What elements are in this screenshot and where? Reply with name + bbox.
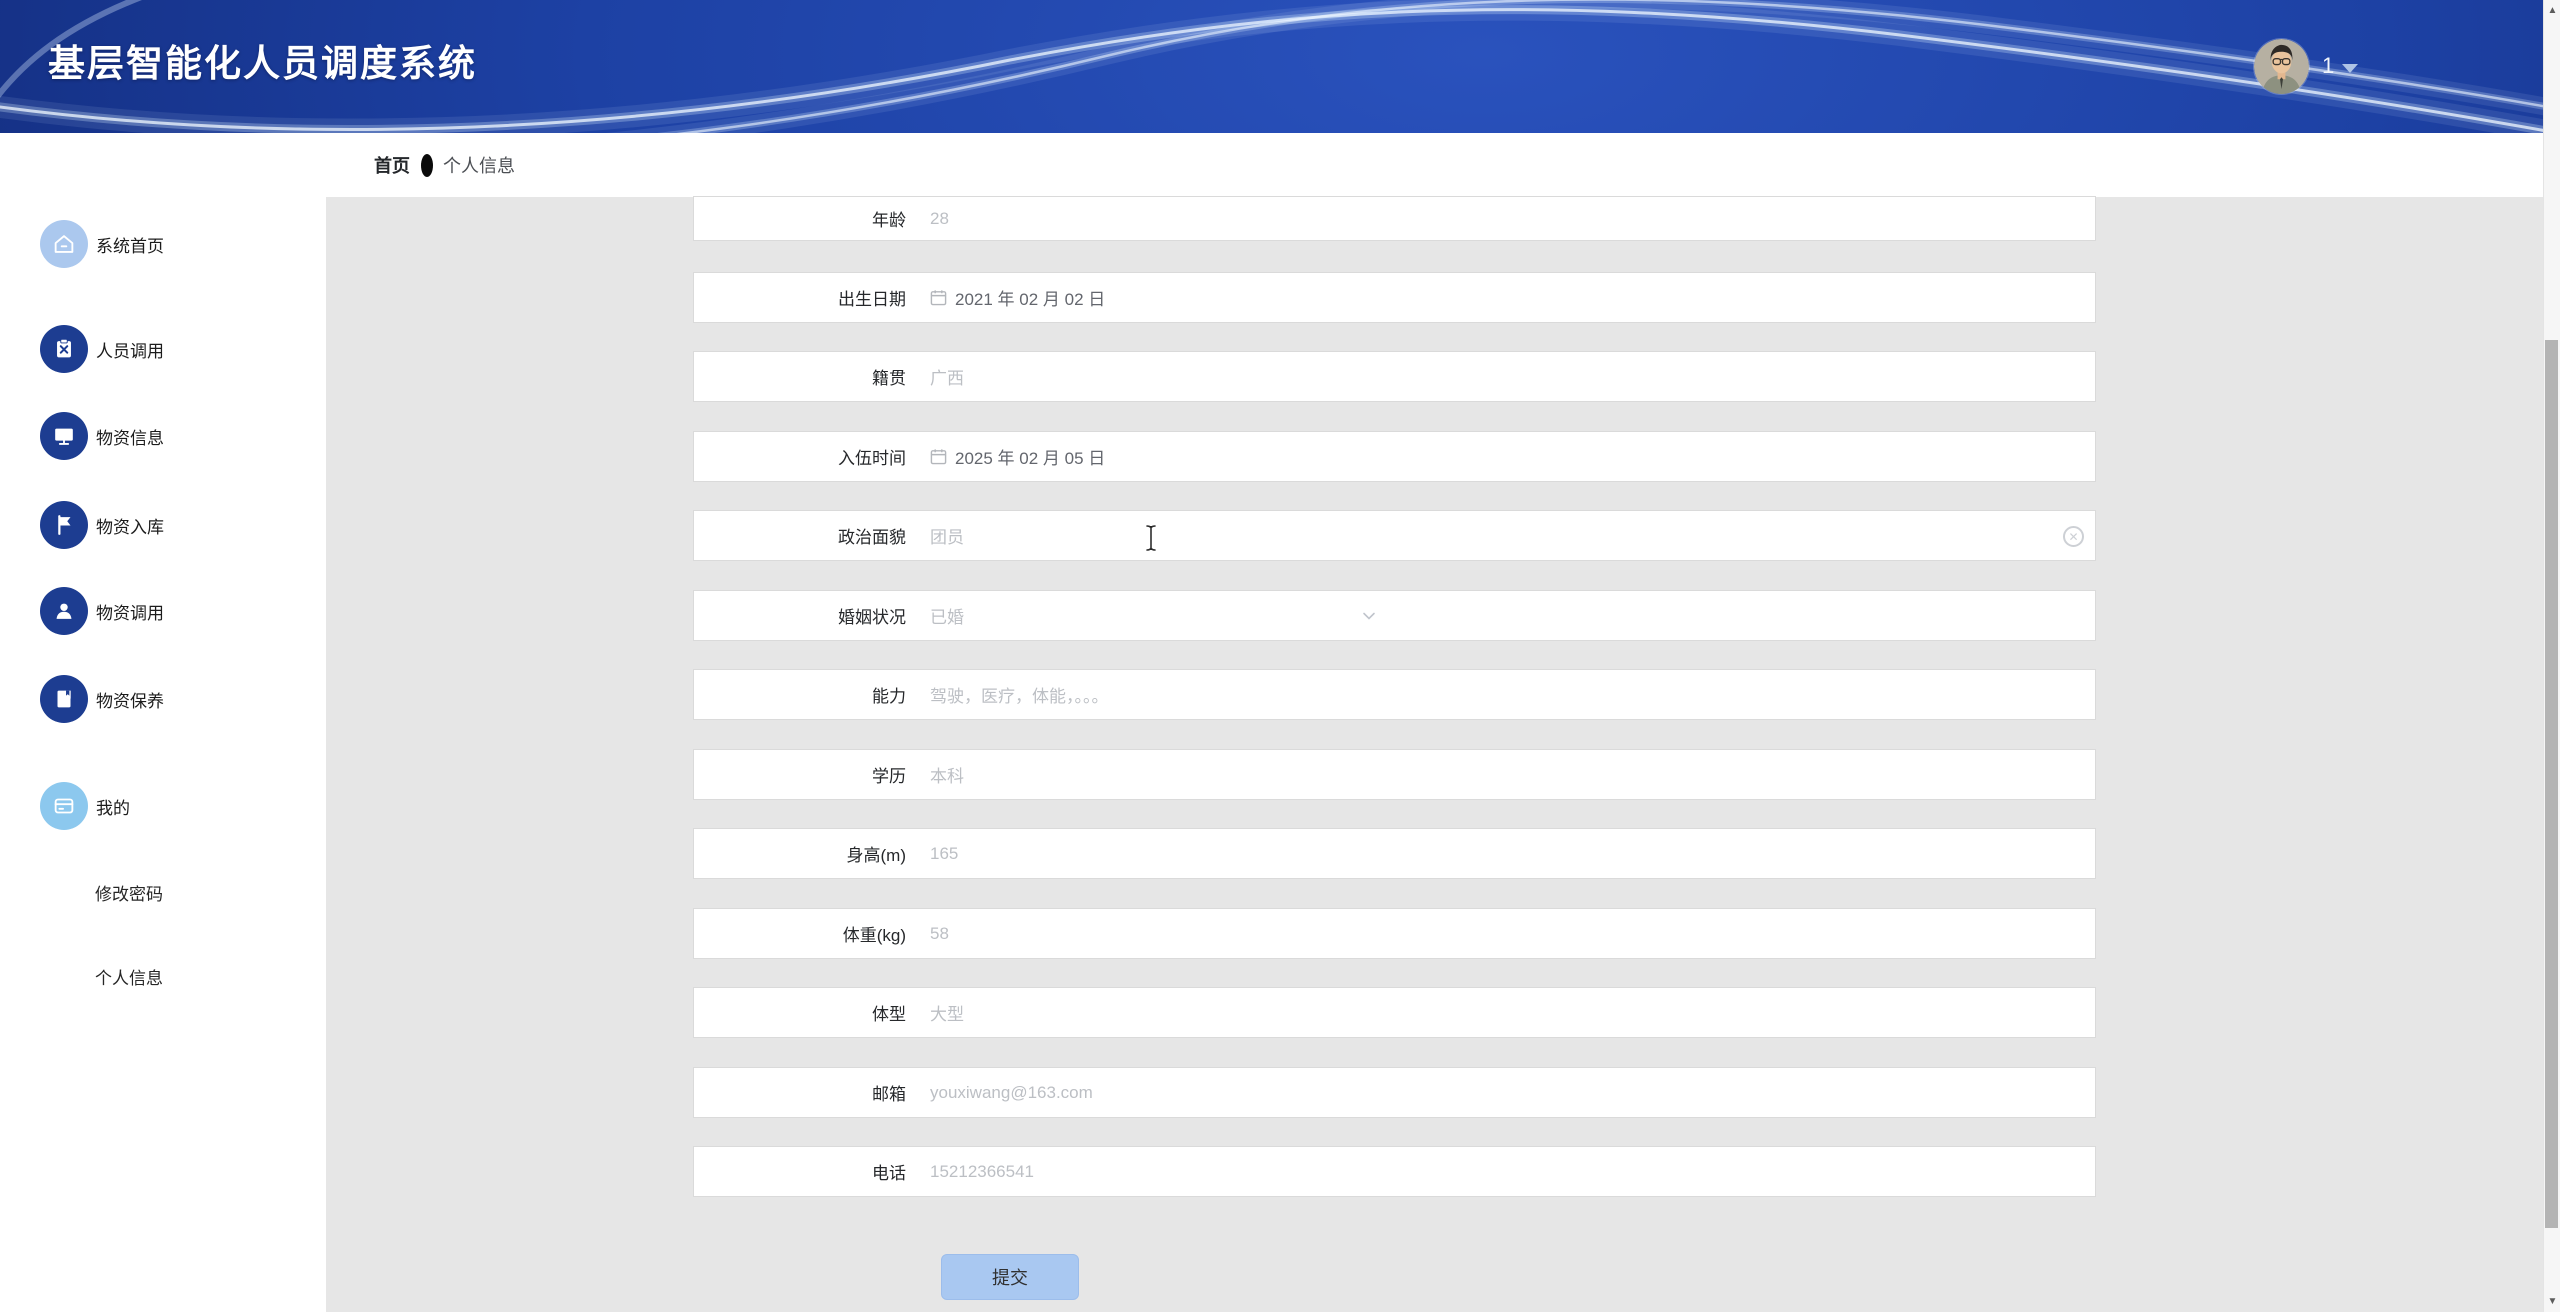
sidebar-item-label: 物资信息 <box>96 424 164 449</box>
form-row-birthdate: 出生日期 2021 年 02 月 02 日 <box>693 272 2096 323</box>
form-row-marital-status: 婚姻状况 已婚 <box>693 590 2096 641</box>
sidebar-item-material-maintenance[interactable]: 物资保养 <box>40 675 164 723</box>
form-row-age: 年龄 28 <box>693 196 2096 241</box>
sidebar-subitem-change-password[interactable]: 修改密码 <box>95 880 163 904</box>
form-row-native-place: 籍贯 广西 <box>693 351 2096 402</box>
sidebar-subitem-label: 修改密码 <box>95 880 163 905</box>
education-input[interactable]: 本科 <box>906 750 2095 799</box>
sidebar-subitem-label: 个人信息 <box>95 964 163 989</box>
sidebar: 系统首页 人员调用 物资信息 <box>0 197 326 1312</box>
form-row-education: 学历 本科 <box>693 749 2096 800</box>
email-input[interactable]: youxiwang@163.com <box>906 1068 2095 1117</box>
phone-input[interactable]: 15212366541 <box>906 1147 2095 1196</box>
chevron-down-icon <box>1361 608 1377 629</box>
form-row-weight: 体重(kg) 58 <box>693 908 2096 959</box>
breadcrumb-home[interactable]: 首页 <box>374 152 410 178</box>
form-row-political-status: 政治面貌 团员 ✕ <box>693 510 2096 561</box>
field-label: 体型 <box>694 1000 906 1025</box>
form-row-phone: 电话 15212366541 <box>693 1146 2096 1197</box>
field-label: 体重(kg) <box>694 921 906 946</box>
abilities-input[interactable]: 驾驶，医疗，体能，。。。 <box>906 670 2095 719</box>
sidebar-item-label: 系统首页 <box>96 232 164 257</box>
clear-icon[interactable]: ✕ <box>2063 526 2084 547</box>
breadcrumb: 首页 个人信息 <box>0 133 2560 197</box>
scrollbar-thumb[interactable] <box>2545 340 2558 1228</box>
weight-input[interactable]: 58 <box>906 909 2095 958</box>
form-row-height: 身高(m) 165 <box>693 828 2096 879</box>
field-label: 邮箱 <box>694 1080 906 1105</box>
submit-button[interactable]: 提交 <box>941 1254 1079 1300</box>
user-badge: 1 <box>2322 53 2334 79</box>
app-title: 基层智能化人员调度系统 <box>48 42 477 86</box>
scrollbar-up-arrow[interactable]: ▲ <box>2544 2 2560 19</box>
sidebar-item-label: 物资调用 <box>96 599 164 624</box>
calendar-icon <box>930 448 947 465</box>
political-status-input[interactable]: 团员 ✕ <box>906 511 2095 560</box>
scrollbar-down-arrow[interactable]: ▼ <box>2544 1293 2560 1310</box>
field-label: 电话 <box>694 1159 906 1184</box>
monitor-icon <box>40 412 88 460</box>
sidebar-subitem-personal-info[interactable]: 个人信息 <box>95 964 163 988</box>
calendar-icon <box>930 289 947 306</box>
app-header: 基层智能化人员调度系统 <box>0 0 2560 133</box>
flag-icon <box>40 501 88 549</box>
field-label: 入伍时间 <box>694 444 906 469</box>
form-row-enlistment-date: 入伍时间 2025 年 02 月 05 日 <box>693 431 2096 482</box>
breadcrumb-current: 个人信息 <box>443 152 515 178</box>
user-icon <box>40 587 88 635</box>
field-label: 出生日期 <box>694 285 906 310</box>
form-row-body-type: 体型 大型 <box>693 987 2096 1038</box>
avatar[interactable] <box>2254 39 2309 94</box>
field-label: 能力 <box>694 682 906 707</box>
sidebar-item-label: 我的 <box>96 794 130 819</box>
field-label: 学历 <box>694 762 906 787</box>
enlistment-date-picker[interactable]: 2025 年 02 月 05 日 <box>906 432 2095 481</box>
chevron-down-icon <box>2342 64 2358 73</box>
sidebar-item-label: 物资入库 <box>96 513 164 538</box>
age-input[interactable]: 28 <box>906 197 2095 240</box>
body-type-input[interactable]: 大型 <box>906 988 2095 1037</box>
sidebar-item-label: 人员调用 <box>96 337 164 362</box>
native-place-input[interactable]: 广西 <box>906 352 2095 401</box>
sidebar-item-personnel-dispatch[interactable]: 人员调用 <box>40 325 164 373</box>
field-label: 年龄 <box>694 206 906 231</box>
field-label: 婚姻状况 <box>694 603 906 628</box>
marital-status-select[interactable]: 已婚 <box>906 591 2095 640</box>
home-icon <box>40 220 88 268</box>
sidebar-item-label: 物资保养 <box>96 687 164 712</box>
sidebar-item-system-home[interactable]: 系统首页 <box>40 220 164 268</box>
field-label: 政治面貌 <box>694 523 906 548</box>
card-icon <box>40 782 88 830</box>
sidebar-item-mine[interactable]: 我的 <box>40 782 130 830</box>
form-row-email: 邮箱 youxiwang@163.com <box>693 1067 2096 1118</box>
sidebar-item-material-info[interactable]: 物资信息 <box>40 412 164 460</box>
sidebar-item-material-inbound[interactable]: 物资入库 <box>40 501 164 549</box>
field-label: 籍贯 <box>694 364 906 389</box>
height-input[interactable]: 165 <box>906 829 2095 878</box>
book-icon <box>40 675 88 723</box>
user-menu[interactable]: 1 <box>2254 38 2358 94</box>
page: 基层智能化人员调度系统 <box>0 0 2560 1312</box>
text-cursor <box>1144 524 1158 557</box>
sidebar-item-material-dispatch[interactable]: 物资调用 <box>40 587 164 635</box>
form-row-abilities: 能力 驾驶，医疗，体能，。。。 <box>693 669 2096 720</box>
field-label: 身高(m) <box>694 841 906 866</box>
birthdate-picker[interactable]: 2021 年 02 月 02 日 <box>906 273 2095 322</box>
breadcrumb-separator <box>421 154 433 177</box>
clipboard-icon <box>40 325 88 373</box>
